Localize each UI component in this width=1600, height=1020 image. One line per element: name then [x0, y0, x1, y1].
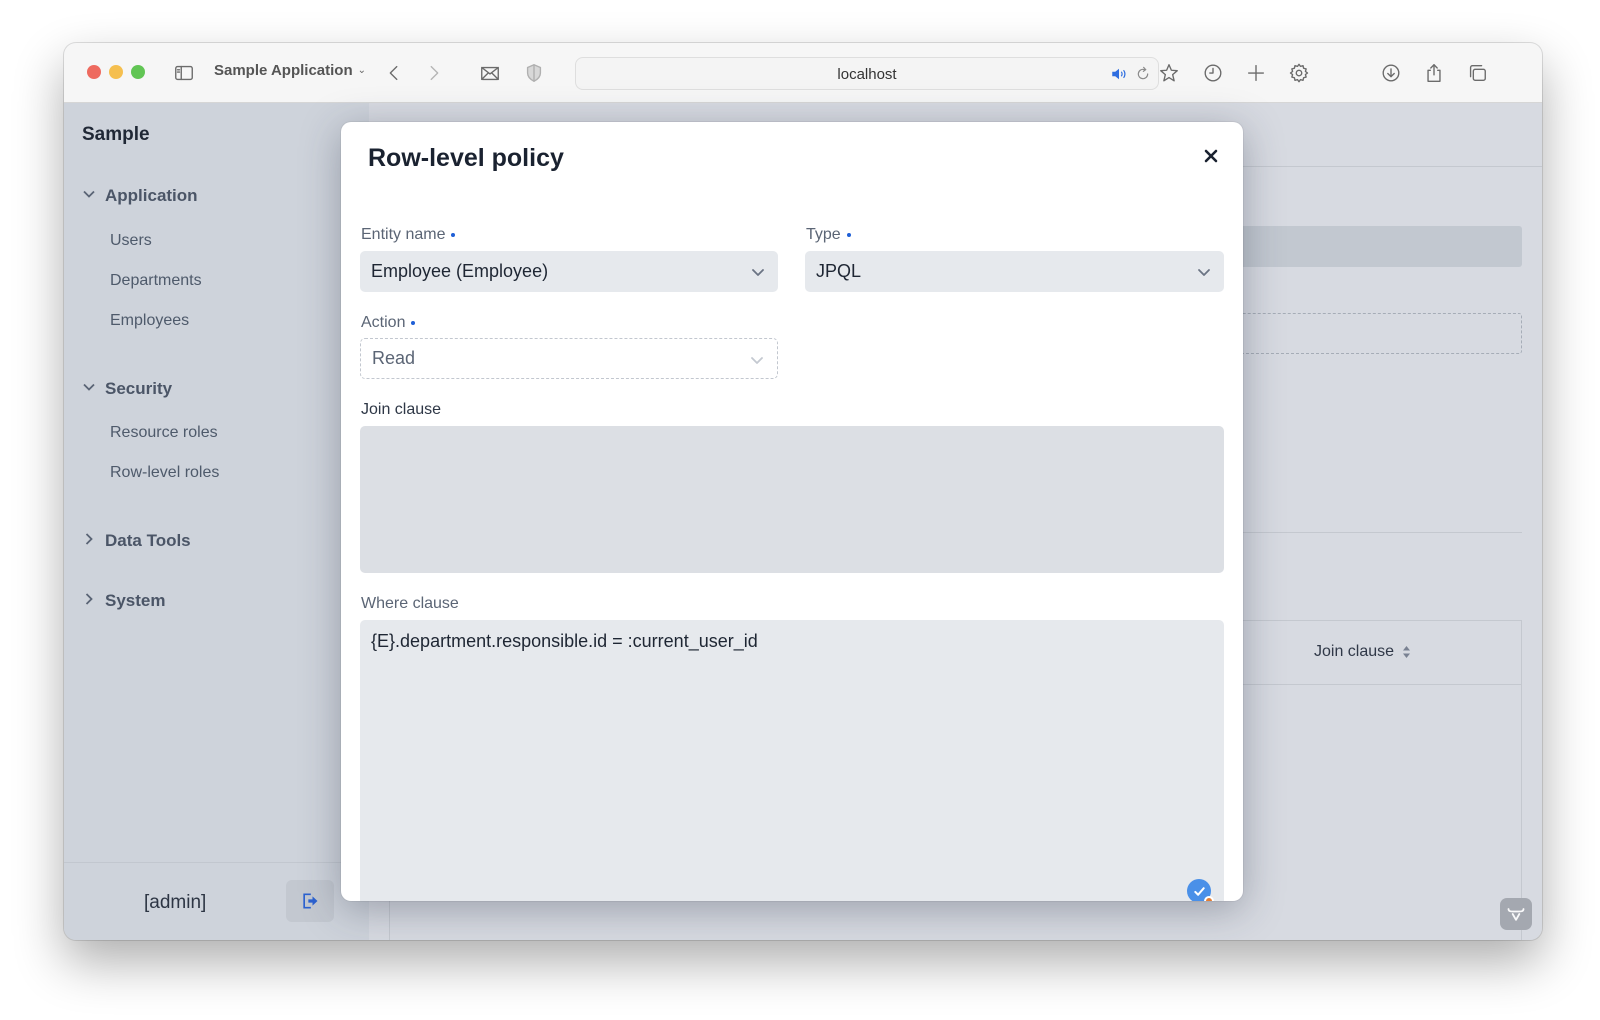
shield-icon[interactable]: [522, 61, 546, 85]
required-indicator: [411, 321, 416, 325]
type-label: Type: [806, 226, 851, 244]
chevron-down-icon: ⌄: [357, 65, 367, 76]
close-dialog-button[interactable]: [1201, 146, 1221, 166]
speaker-icon[interactable]: [1110, 65, 1128, 83]
history-icon[interactable]: [1201, 61, 1225, 85]
minimize-window-button[interactable]: [109, 65, 123, 79]
browser-toolbar: Sample Application ⌄ localhost: [64, 43, 1542, 103]
reload-icon[interactable]: [1135, 66, 1151, 82]
tabs-icon[interactable]: [1465, 61, 1489, 85]
zoom-window-button[interactable]: [131, 65, 145, 79]
sidebar-toggle-icon[interactable]: [172, 61, 196, 85]
join-clause-label: Join clause: [361, 401, 442, 418]
close-window-button[interactable]: [87, 65, 101, 79]
mail-icon[interactable]: [478, 61, 502, 85]
dialog-title: Row-level policy: [368, 144, 564, 172]
close-icon: [1204, 149, 1218, 163]
url-text: localhost: [837, 66, 897, 83]
where-clause-label: Where clause: [361, 595, 459, 612]
share-icon[interactable]: [1422, 61, 1446, 85]
row-level-policy-dialog: Row-level policy Entity name Employee (E…: [341, 122, 1243, 901]
chevron-down-icon: [1196, 264, 1212, 280]
back-icon[interactable]: [382, 61, 406, 85]
type-select[interactable]: JPQL: [805, 251, 1224, 292]
chevron-down-icon: [750, 264, 766, 280]
browser-window: Sample Application ⌄ localhost Sample Ap…: [64, 43, 1542, 940]
join-clause-textarea[interactable]: [360, 426, 1224, 573]
chevron-down-icon: [749, 352, 765, 368]
required-indicator: [846, 233, 851, 237]
forward-icon[interactable]: [422, 61, 446, 85]
where-clause-textarea[interactable]: {E}.department.responsible.id = :current…: [360, 620, 1224, 901]
new-tab-icon[interactable]: [1244, 61, 1268, 85]
required-indicator: [451, 233, 456, 237]
settings-icon[interactable]: [1287, 61, 1311, 85]
star-icon[interactable]: [1157, 61, 1181, 85]
entity-name-label: Entity name: [361, 226, 456, 244]
address-bar[interactable]: localhost: [575, 57, 1159, 90]
app-title[interactable]: Sample Application ⌄: [214, 62, 366, 79]
grammar-check-icon[interactable]: [1187, 879, 1214, 901]
entity-name-select[interactable]: Employee (Employee): [360, 251, 778, 292]
download-icon[interactable]: [1379, 61, 1403, 85]
action-label: Action: [361, 314, 416, 332]
action-select[interactable]: Read: [360, 338, 778, 379]
